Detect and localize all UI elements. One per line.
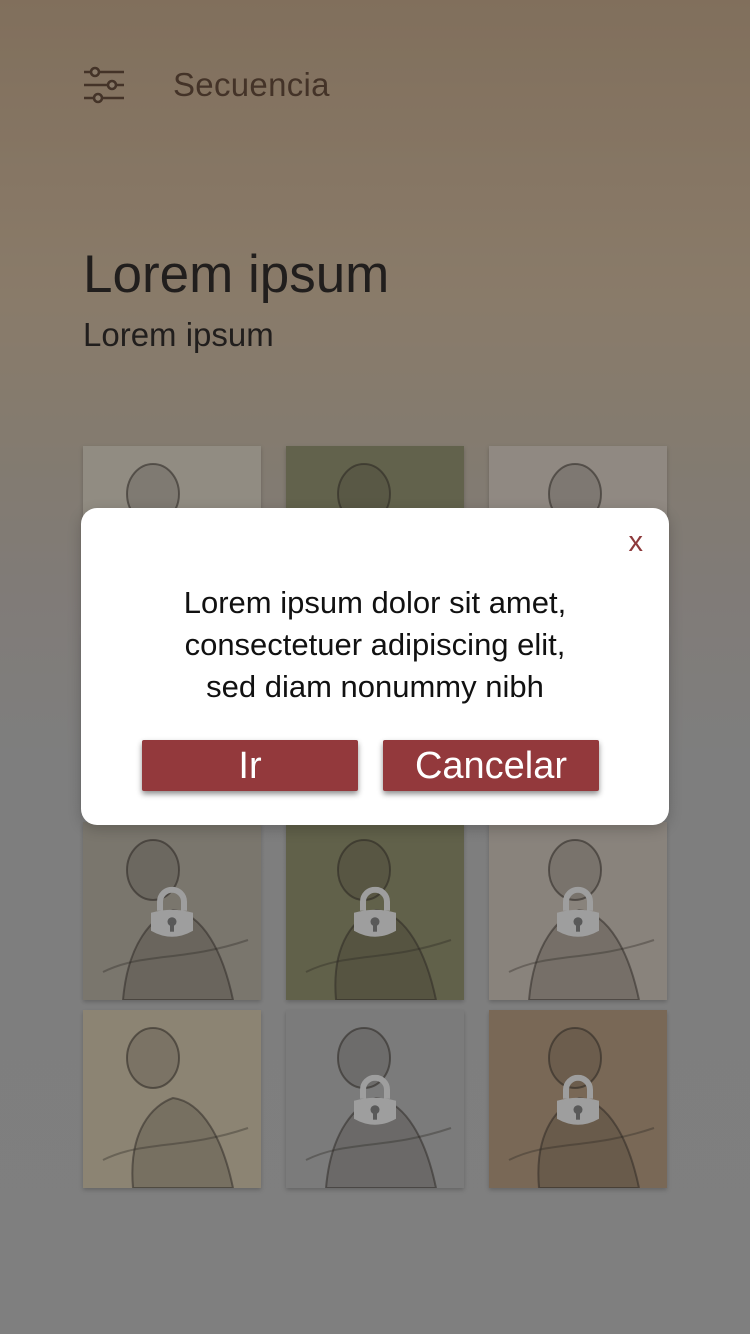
close-button[interactable]: x bbox=[629, 526, 644, 559]
go-button[interactable]: Ir bbox=[142, 740, 358, 791]
dialog-line: sed diam nonummy nibh bbox=[206, 669, 544, 704]
dialog-line: consectetuer adipiscing elit, bbox=[184, 627, 566, 662]
dialog-line: Lorem ipsum dolor sit amet, bbox=[183, 585, 567, 620]
app-screen: Secuencia Lorem ipsum Lorem ipsum x Lore… bbox=[0, 0, 750, 1334]
confirm-dialog: x Lorem ipsum dolor sit amet, consectetu… bbox=[81, 508, 669, 825]
dialog-message: Lorem ipsum dolor sit amet, consectetuer… bbox=[81, 582, 669, 708]
cancel-button[interactable]: Cancelar bbox=[383, 740, 599, 791]
